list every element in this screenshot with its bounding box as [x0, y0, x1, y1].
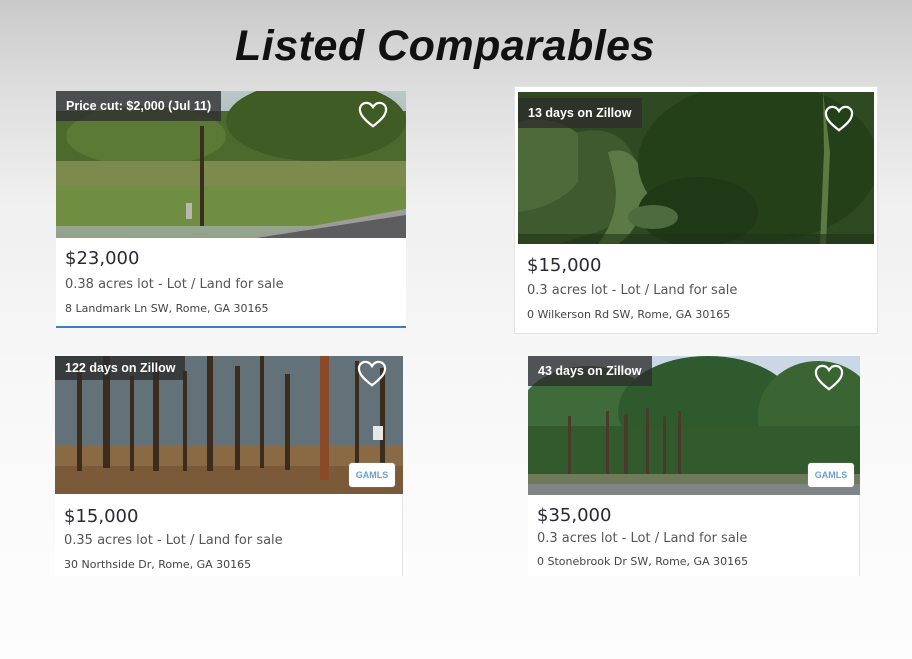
listing-address[interactable]: 0 Stonebrook Dr SW, Rome, GA 30165 [537, 555, 748, 568]
listing-details: 0.3 acres lot - Lot / Land for sale [537, 531, 748, 546]
listing-card-stonebrook[interactable]: 43 days on Zillow GAMLS $35,000 0.3 acre… [528, 356, 860, 576]
listing-card-northside[interactable]: 122 days on Zillow GAMLS $15,000 0.35 ac… [55, 356, 403, 576]
listing-price: $15,000 [527, 255, 602, 276]
listing-price: $35,000 [537, 505, 612, 526]
listing-card-wilkerson[interactable]: 13 days on Zillow $15,000 0.3 acres lot … [514, 86, 878, 334]
gamls-logo-text: GAMLS [814, 470, 848, 480]
listing-details: 0.3 acres lot - Lot / Land for sale [527, 283, 738, 298]
heart-outline-icon[interactable] [358, 101, 388, 129]
listing-details: 0.35 acres lot - Lot / Land for sale [64, 533, 283, 548]
listing-address[interactable]: 30 Northside Dr, Rome, GA 30165 [64, 558, 251, 571]
gamls-logo: GAMLS [349, 463, 395, 487]
card-selected-underline [56, 326, 406, 328]
heart-outline-icon[interactable] [824, 105, 854, 133]
listing-price: $15,000 [64, 506, 139, 527]
listing-badge: 43 days on Zillow [528, 356, 652, 386]
listing-badge: 122 days on Zillow [55, 356, 186, 380]
listing-price: $23,000 [65, 248, 140, 269]
heart-outline-icon[interactable] [814, 364, 844, 392]
listing-address[interactable]: 8 Landmark Ln SW, Rome, GA 30165 [65, 302, 269, 315]
gamls-logo-text: GAMLS [355, 470, 389, 480]
listing-badge: Price cut: $2,000 (Jul 11) [56, 91, 222, 121]
card-divider [402, 494, 403, 576]
gamls-logo: GAMLS [808, 463, 854, 487]
card-divider [859, 495, 860, 576]
listing-address[interactable]: 0 Wilkerson Rd SW, Rome, GA 30165 [527, 308, 730, 321]
listing-card-landmark[interactable]: Price cut: $2,000 (Jul 11) $23,000 0.38 … [56, 91, 406, 328]
listing-details: 0.38 acres lot - Lot / Land for sale [65, 277, 284, 292]
listing-badge: 13 days on Zillow [518, 98, 642, 128]
heart-outline-icon[interactable] [357, 360, 387, 388]
page-title: Listed Comparables [235, 22, 655, 70]
